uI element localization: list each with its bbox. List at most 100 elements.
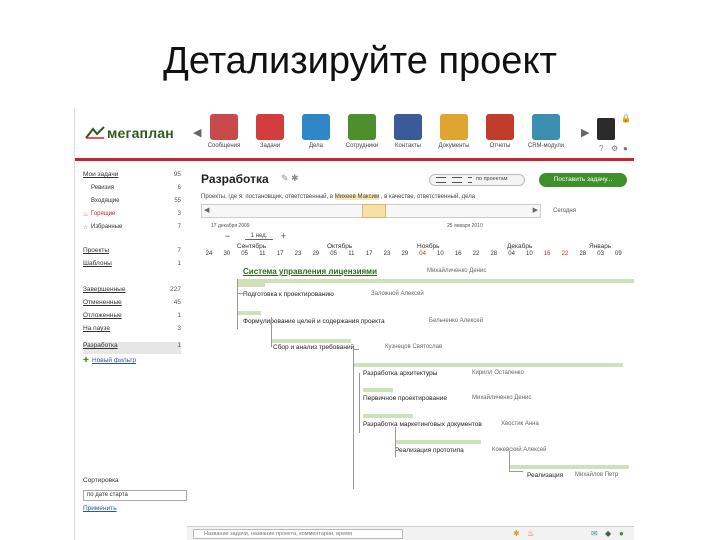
task-title[interactable]: Подготовка к проектированию (243, 291, 334, 298)
gantt-bar[interactable] (237, 311, 261, 315)
day-label: 22 (472, 251, 480, 257)
nav-item-icon (256, 114, 284, 140)
task-owner[interactable]: Кирилл Остапенко (472, 370, 524, 376)
timeline-scroller[interactable]: ◀ ▶ (201, 204, 541, 218)
sidebar-item[interactable]: Шаблоны 1 (83, 260, 181, 272)
task-title[interactable]: Формулирование целей и содержания проект… (243, 318, 385, 325)
task-owner[interactable]: Кожевский Алексей (492, 447, 546, 453)
nav-item[interactable]: CRM-модули (525, 114, 567, 156)
add-task-button[interactable]: Поставить задачу... (539, 173, 627, 187)
task-owner[interactable]: Михайлов Петр (575, 472, 618, 478)
day-label: 17 (276, 251, 284, 257)
sidebar-item[interactable]: ✚ Новый фильтр (83, 357, 181, 369)
nav-item-label: CRM-модули (527, 143, 565, 149)
edit-pencil-icon[interactable]: ✎ ✱ (281, 173, 299, 184)
day-label: 10 (526, 251, 533, 257)
app-screenshot: мегаплан ◀ Сообщения Задачи Дела Сотрудники… (74, 108, 634, 540)
task-title[interactable]: Реализация (527, 472, 563, 479)
task-owner[interactable]: Бельченко Алексей (429, 318, 483, 324)
settings-icon[interactable]: ⚙ (611, 144, 618, 153)
nav-item[interactable]: Документы (433, 114, 475, 156)
month-label: Январь (589, 243, 612, 250)
gantt-bar[interactable] (363, 388, 393, 392)
star-icon[interactable]: ✱ (513, 529, 520, 538)
nav-item[interactable]: Сотрудники (341, 114, 383, 156)
day-label: 29 (312, 251, 320, 257)
apply-link[interactable]: Применить (83, 505, 117, 512)
gantt-bar[interactable] (395, 440, 481, 444)
view-toggle[interactable]: по проектам (429, 174, 525, 186)
gantt-bar[interactable] (363, 414, 413, 418)
task-title[interactable]: Реализация прототипа (395, 447, 464, 454)
tree-view-icon[interactable] (452, 177, 462, 183)
task-title[interactable]: Система управления лицензиями (243, 267, 377, 276)
notifications-icon[interactable]: ◆ (605, 529, 611, 538)
chat-icon[interactable]: ✉ (591, 529, 598, 538)
user-avatar[interactable] (597, 118, 615, 140)
logout-icon[interactable]: ● (623, 144, 628, 153)
task-title[interactable]: Разработка маркетинговых документов (363, 421, 482, 428)
help-icon[interactable]: ? (599, 144, 603, 153)
nav-item[interactable]: Контакты (387, 114, 429, 156)
nav-item[interactable]: Сообщения (203, 114, 245, 156)
sidebar-item[interactable]: Завершенные 227 (83, 286, 181, 298)
sidebar-item[interactable]: Ревизия 6 (83, 185, 181, 197)
zoom-in-button[interactable]: + (281, 231, 286, 241)
filter-participant[interactable]: Михеев Максим (334, 194, 380, 200)
gantt-bar[interactable] (237, 283, 265, 287)
nav-scroll-right-icon[interactable]: ▶ (581, 126, 589, 139)
dependency-line (359, 373, 360, 433)
nav-item-label: Сообщения (207, 143, 241, 149)
nav-scroll-left-icon[interactable]: ◀ (193, 126, 201, 139)
sort-select[interactable]: по дате старта (83, 490, 187, 501)
nav-item-icon (302, 114, 330, 140)
sidebar-item[interactable]: Разработка 1 (83, 342, 181, 354)
fire-icon[interactable]: ♨ (527, 529, 534, 538)
task-owner[interactable]: Михайличенко Денис (427, 268, 486, 274)
zoom-out-button[interactable]: − (225, 231, 230, 241)
task-title[interactable]: Первичное проектирование (363, 395, 447, 402)
sidebar-item[interactable]: На паузе 3 (83, 325, 181, 337)
sidebar-item[interactable]: Мои задачи 95 (83, 171, 181, 183)
status-icon[interactable]: ● (619, 529, 624, 538)
sidebar-item-label: Отмененные (83, 299, 122, 306)
task-title[interactable]: Сбор и анализ требований (273, 344, 354, 351)
nav-item[interactable]: Дела (295, 114, 337, 156)
task-owner[interactable]: Хвостик Анна (501, 421, 539, 427)
gantt-bar[interactable] (237, 279, 634, 283)
day-label: 04 (419, 251, 426, 257)
sidebar-item[interactable]: Проекты 7 (83, 247, 181, 259)
timeline-right-icon[interactable]: ▶ (533, 206, 538, 214)
day-label: 04 (508, 251, 515, 257)
day-label: 30 (223, 251, 231, 257)
sidebar-item-label: Шаблоны (83, 260, 112, 267)
gantt-bar[interactable] (271, 339, 351, 343)
lock-icon[interactable]: 🔒 (621, 114, 631, 123)
day-label: 11 (348, 251, 355, 257)
task-owner[interactable]: Кузнецов Святослав (385, 344, 442, 350)
today-link[interactable]: Сегодня (553, 208, 576, 214)
sidebar-item[interactable]: ♨ Горящие 3 (83, 211, 181, 223)
gantt-bar[interactable] (509, 465, 629, 469)
timeline-left-icon[interactable]: ◀ (204, 206, 209, 214)
list-view-icon[interactable] (436, 177, 446, 183)
gantt-view-icon[interactable] (468, 177, 472, 183)
nav-item[interactable]: Задачи (249, 114, 291, 156)
task-owner[interactable]: Заложной Алексей (371, 291, 424, 297)
task-title[interactable]: Разработка архитектуры (363, 370, 437, 377)
timeline-window[interactable] (362, 204, 386, 218)
quick-search-input[interactable]: Название задачи, название проекта, комме… (193, 529, 403, 539)
task-owner[interactable]: Михайличенко Денис (472, 395, 531, 401)
fire-icon: ♨ (83, 212, 89, 218)
sidebar-item[interactable]: Входящие 55 (83, 198, 181, 210)
sidebar-item-count: 3 (177, 211, 181, 217)
sidebar-item-label: Горящие (91, 211, 116, 217)
nav-item[interactable]: Отчеты (479, 114, 521, 156)
nav-item-label: Дела (308, 143, 324, 149)
sidebar-item[interactable]: Отложенные 1 (83, 312, 181, 324)
sidebar-item[interactable]: ☆ Избранные 7 (83, 224, 181, 236)
sidebar-item[interactable]: Отмененные 45 (83, 299, 181, 311)
month-label: Сентябрь (237, 243, 267, 250)
megaplan-logo[interactable]: мегаплан (85, 122, 181, 144)
gantt-bar[interactable] (353, 363, 623, 367)
